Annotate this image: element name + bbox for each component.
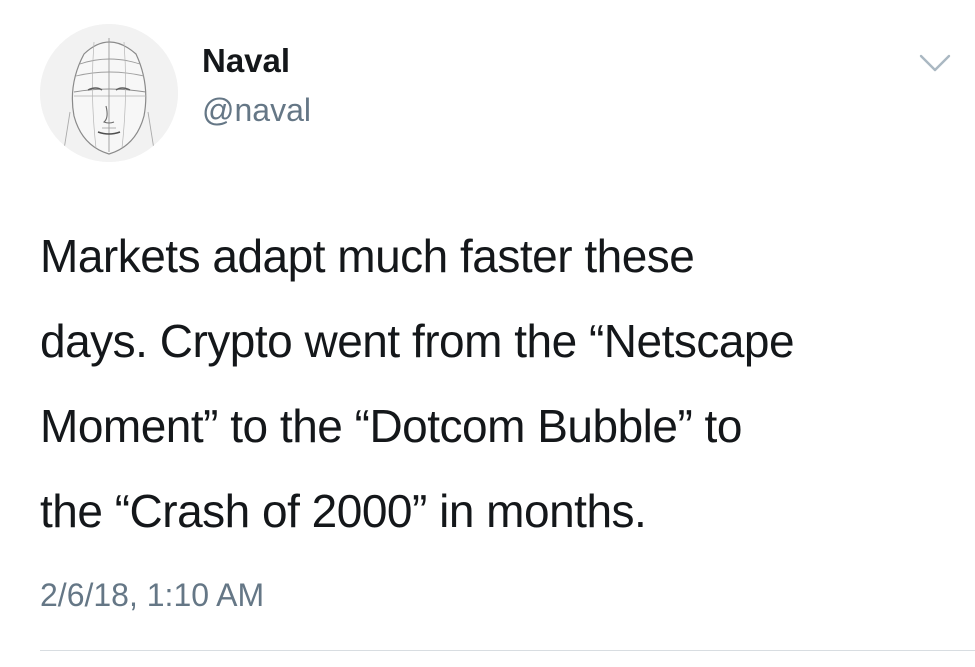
tweet-text-line: the “Crash of 2000” in months. [40,485,647,537]
user-handle[interactable]: @naval [202,92,311,129]
display-name[interactable]: Naval [202,42,290,80]
chevron-down-icon [919,54,951,72]
divider [40,650,975,651]
tweet-menu-button[interactable] [918,50,952,76]
avatar[interactable] [40,24,178,162]
tweet-text: Markets adapt much faster these days. Cr… [40,214,955,554]
tweet-text-line: Markets adapt much faster these [40,230,695,282]
tweet-card: Naval @naval Markets adapt much faster t… [0,0,975,667]
tweet-text-line: Moment” to the “Dotcom Bubble” to [40,400,742,452]
tweet-timestamp[interactable]: 2/6/18, 1:10 AM [40,577,264,614]
tweet-text-line: days. Crypto went from the “Netscape [40,315,795,367]
sketched-face-avatar-icon [40,24,178,162]
